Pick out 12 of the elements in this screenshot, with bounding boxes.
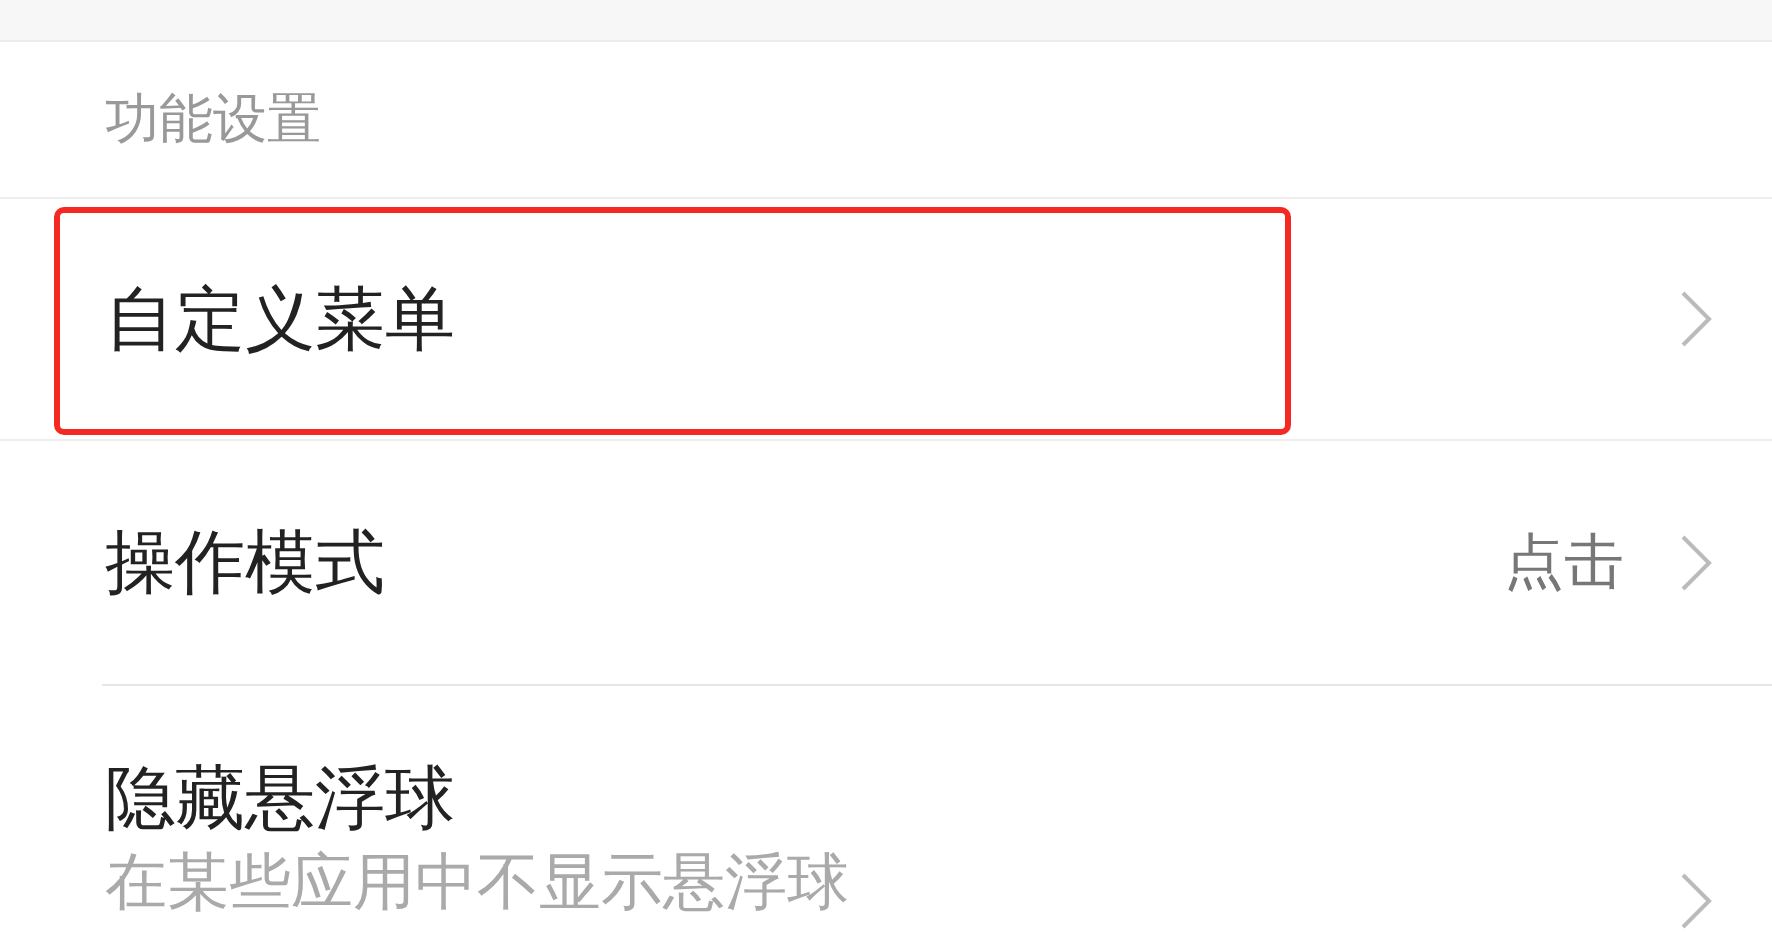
setting-title: 自定义菜单 <box>105 280 456 358</box>
setting-description: 在某些应用中不显示悬浮球 <box>105 845 850 920</box>
setting-value: 点击 <box>1504 525 1624 598</box>
setting-title: 操作模式 <box>105 524 386 601</box>
chevron-right-icon <box>1680 872 1712 930</box>
chevron-right-icon <box>1680 533 1712 592</box>
settings-row[interactable]: 操作模式 点击 <box>0 441 1772 684</box>
setting-title: 隐藏悬浮球 <box>105 760 456 837</box>
settings-row[interactable]: 自定义菜单 <box>0 199 1772 439</box>
chevron-right-icon <box>1680 290 1712 348</box>
settings-row[interactable]: 隐藏悬浮球 在某些应用中不显示悬浮球 <box>0 686 1772 941</box>
section-header: 功能设置 <box>105 86 321 152</box>
